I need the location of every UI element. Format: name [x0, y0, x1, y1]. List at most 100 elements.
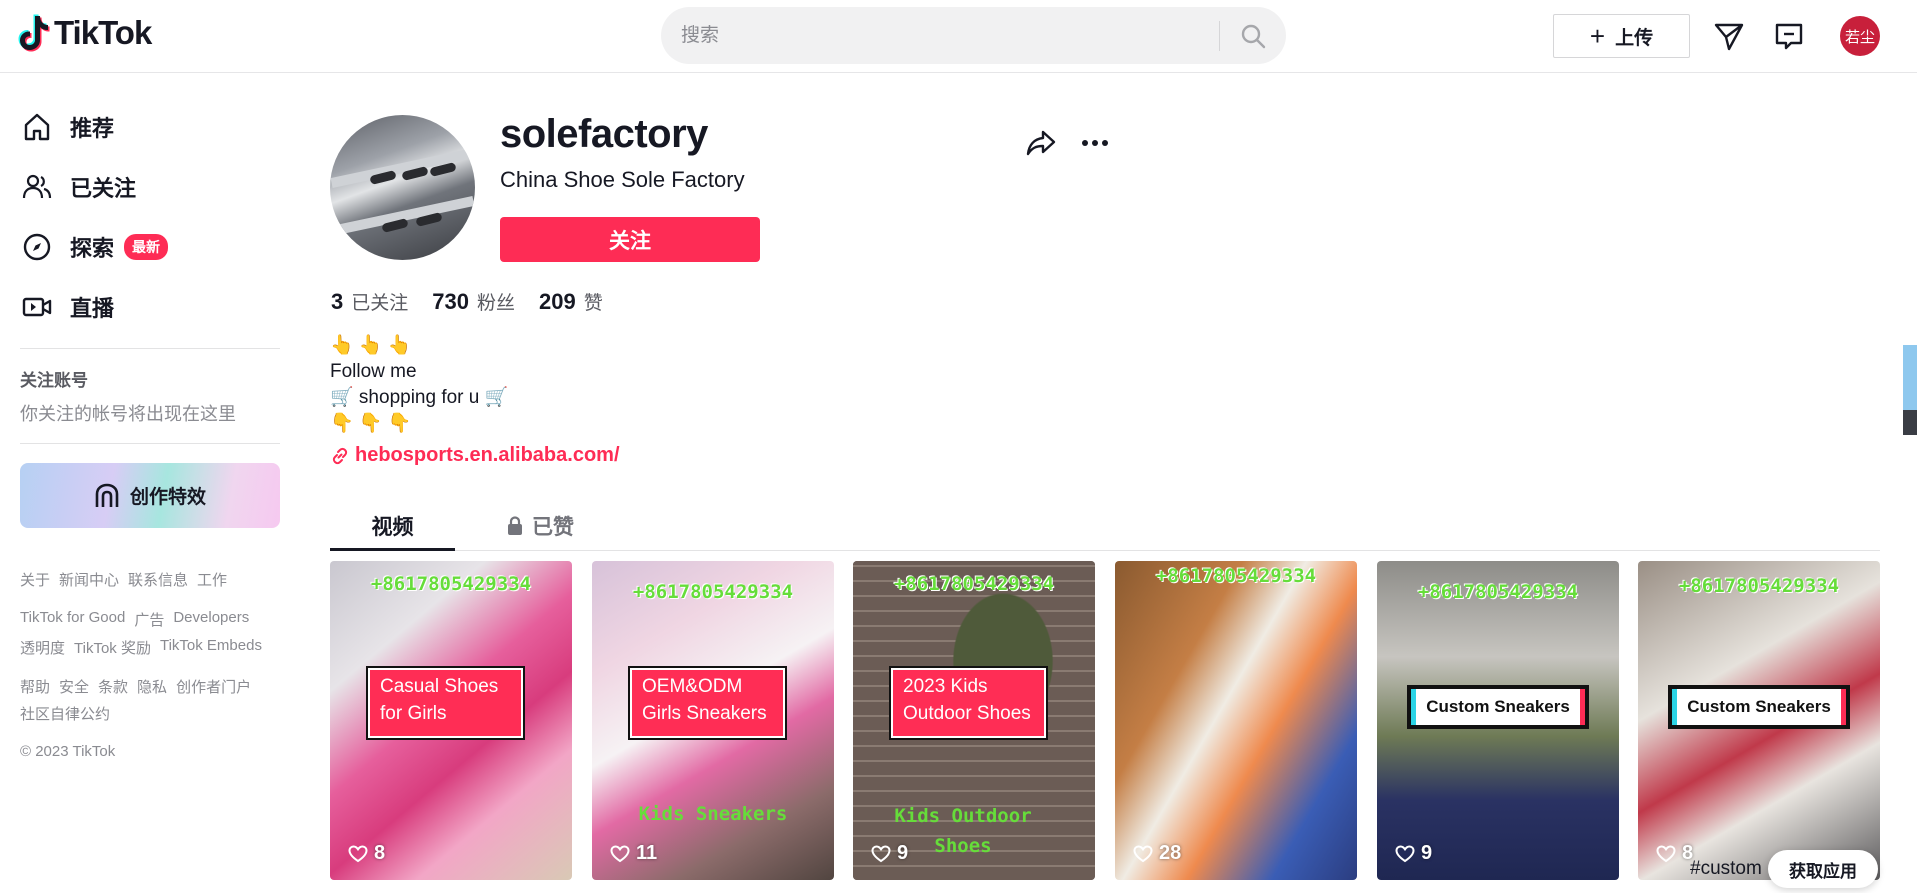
- video-card[interactable]: +8617805429334 OEM&ODM Girls Sneakers Ki…: [592, 561, 834, 880]
- stat-number: 209: [539, 289, 576, 314]
- footer-links-row: 社区自律公约: [20, 703, 110, 724]
- link-icon: [332, 447, 348, 464]
- effects-label: 创作特效: [129, 487, 206, 508]
- nav-item-foryou[interactable]: 推荐: [20, 105, 114, 149]
- video-likes: 9: [871, 842, 908, 865]
- profile-bio: 👆 👆 👆 Follow me 🛒 shopping for u 🛒 👇 👇 👇: [330, 333, 508, 437]
- nav-label: 探索: [70, 236, 115, 261]
- footer-link[interactable]: 新闻中心: [59, 569, 119, 590]
- footer-links-row: 帮助 安全 条款 隐私 创作者门户: [20, 676, 251, 697]
- search-input[interactable]: [681, 7, 1241, 64]
- stat-label: 已关注: [351, 293, 409, 314]
- compass-icon: [20, 230, 54, 264]
- footer-link[interactable]: Developers: [173, 609, 249, 630]
- video-thumbnail: [1115, 561, 1357, 880]
- likes-count: 9: [1421, 842, 1433, 864]
- footer-link[interactable]: 工作: [197, 569, 227, 590]
- footer-link[interactable]: 帮助: [20, 676, 50, 697]
- hashtag-overlay: #custom: [1690, 858, 1762, 879]
- nav-item-following[interactable]: 已关注: [20, 165, 136, 209]
- upload-label: 上传: [1615, 27, 1654, 49]
- likes-count: 11: [636, 842, 658, 864]
- search-button[interactable]: [1231, 15, 1275, 56]
- nav-label: 推荐: [70, 116, 115, 141]
- nav-item-explore[interactable]: 探索 最新: [20, 225, 169, 269]
- video-card[interactable]: +8617805429334 Casual Shoes for Girls 8: [330, 561, 572, 880]
- bio-line: 👆 👆 👆: [330, 335, 412, 356]
- video-card[interactable]: +8617805429334 Custom Sneakers 9: [1377, 561, 1619, 880]
- video-caption-tag: Custom Sneakers: [1407, 685, 1589, 729]
- active-tab-indicator: [330, 548, 455, 551]
- copyright-text: © 2023 TikTok: [20, 743, 116, 760]
- upload-button[interactable]: + 上传: [1553, 14, 1690, 58]
- video-card[interactable]: +8617805429334 Custom Sneakers 8: [1638, 561, 1880, 880]
- footer-link[interactable]: 隐私: [137, 676, 167, 697]
- stat-label: 粉丝: [476, 293, 515, 314]
- tab-videos[interactable]: 视频: [330, 501, 455, 551]
- footer-link[interactable]: 安全: [59, 676, 89, 697]
- caption-tag-text: Custom Sneakers: [1672, 689, 1846, 725]
- sidebar-divider: [20, 348, 280, 349]
- video-overlay-text: +8617805429334: [1678, 575, 1840, 597]
- likes-count: 9: [897, 842, 909, 864]
- effects-house-icon: [95, 483, 119, 507]
- profile-link[interactable]: hebosports.en.alibaba.com/: [331, 444, 620, 467]
- footer-links-row: 透明度 TikTok 奖励 TikTok Embeds: [20, 637, 262, 658]
- search-icon: [1241, 24, 1266, 48]
- sidebar-divider: [20, 443, 280, 444]
- bio-line: Follow me: [330, 361, 417, 382]
- footer-links-row: 关于 新闻中心 联系信息 工作: [20, 569, 227, 590]
- footer-link[interactable]: 透明度: [20, 637, 65, 658]
- stat-followers[interactable]: 730 粉丝: [432, 288, 515, 315]
- video-overlay-text: +8617805429334: [1417, 581, 1579, 603]
- nav-label: 已关注: [70, 176, 137, 201]
- stat-likes: 209 赞: [539, 288, 603, 315]
- messages-button[interactable]: [1711, 18, 1747, 54]
- heart-outline-icon: [348, 844, 368, 862]
- more-options-button[interactable]: [1076, 126, 1114, 160]
- following-accounts-title: 关注账号: [20, 371, 88, 390]
- inbox-button[interactable]: [1771, 18, 1807, 54]
- top-header: TikTok + 上传 若尘: [0, 0, 1917, 73]
- nav-item-live[interactable]: 直播: [20, 285, 114, 329]
- footer-link[interactable]: TikTok 奖励: [74, 637, 151, 658]
- footer-link[interactable]: TikTok Embeds: [160, 637, 262, 658]
- video-card[interactable]: +8617805429334 28: [1115, 561, 1357, 880]
- footer-link[interactable]: 社区自律公约: [20, 703, 110, 724]
- tab-label: 已赞: [532, 516, 574, 539]
- footer-link[interactable]: 关于: [20, 569, 50, 590]
- edge-widget-handle[interactable]: [1903, 410, 1917, 435]
- stat-following[interactable]: 3 已关注: [331, 288, 408, 315]
- follow-button[interactable]: 关注: [500, 217, 760, 262]
- inbox-icon: [1775, 23, 1803, 50]
- profile-link-text: hebosports.en.alibaba.com/: [355, 444, 620, 466]
- footer-link[interactable]: 创作者门户: [176, 676, 251, 697]
- tab-label: 视频: [371, 516, 414, 539]
- search-bar: [661, 7, 1286, 64]
- footer-link[interactable]: 条款: [98, 676, 128, 697]
- plus-icon: +: [1589, 21, 1606, 51]
- tiktok-logo[interactable]: TikTok: [18, 14, 152, 52]
- profile-nickname: China Shoe Sole Factory: [500, 167, 745, 192]
- following-accounts-hint: 你关注的帐号将出现在这里: [20, 404, 236, 424]
- tiktok-logo-icon: [18, 14, 50, 52]
- profile-avatar: [330, 115, 475, 260]
- home-icon: [20, 110, 54, 144]
- footer-link[interactable]: 联系信息: [128, 569, 188, 590]
- create-effects-button[interactable]: 创作特效: [20, 463, 280, 528]
- live-icon: [20, 290, 54, 324]
- avatar-photo-detail: [330, 196, 475, 236]
- share-icon: [1026, 130, 1056, 156]
- footer-links-row: TikTok for Good 广告 Developers: [20, 609, 249, 630]
- user-avatar[interactable]: 若尘: [1840, 16, 1880, 56]
- paper-plane-icon: [1714, 23, 1744, 51]
- footer-link[interactable]: TikTok for Good: [20, 609, 125, 630]
- get-app-button[interactable]: 获取应用: [1768, 850, 1878, 888]
- bio-line: 👇 👇 👇: [330, 413, 412, 434]
- tab-liked[interactable]: 已赞: [485, 501, 595, 551]
- footer-link[interactable]: 广告: [134, 609, 164, 630]
- share-button[interactable]: [1022, 126, 1060, 160]
- video-card[interactable]: +8617805429334 2023 Kids Outdoor Shoes K…: [853, 561, 1095, 880]
- video-caption: OEM&ODM Girls Sneakers: [628, 666, 787, 740]
- profile-tabs: 视频 已赞: [330, 501, 1880, 551]
